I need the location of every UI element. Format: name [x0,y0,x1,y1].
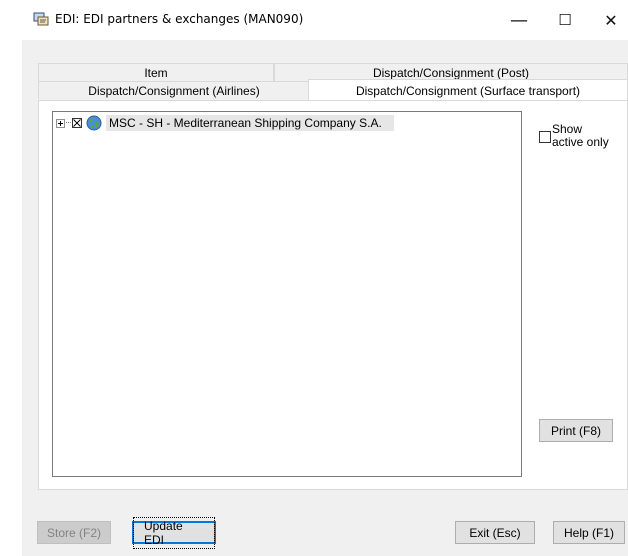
minimize-button[interactable]: — [496,0,542,40]
print-button[interactable]: Print (F8) [539,419,613,442]
tab-strip: Item Dispatch/Consignment (Post) Dispatc… [38,60,628,102]
node-checkbox[interactable] [72,118,82,128]
exit-button-label: Exit (Esc) [469,525,521,540]
tab-dispatch-airlines-label: Dispatch/Consignment (Airlines) [88,83,260,98]
tree-connector [66,122,71,124]
maximize-icon: ☐ [558,11,572,29]
expand-icon[interactable] [56,118,65,128]
update-edi-button[interactable]: Update EDI [132,516,216,549]
tree-node[interactable]: MSC - SH - Mediterranean Shipping Compan… [53,114,394,132]
close-icon: ✕ [604,10,618,30]
tab-dispatch-surface[interactable]: Dispatch/Consignment (Surface transport) [308,79,628,101]
store-button[interactable]: Store (F2) [37,521,111,544]
exit-button[interactable]: Exit (Esc) [455,521,535,544]
print-button-label: Print (F8) [550,423,601,438]
update-edi-button-label: Update EDI [133,516,215,549]
main-window: EDI: EDI partners & exchanges (MAN090) —… [22,0,628,556]
partner-tree[interactable]: MSC - SH - Mediterranean Shipping Compan… [52,111,522,477]
tab-dispatch-surface-label: Dispatch/Consignment (Surface transport) [355,83,581,98]
store-button-label: Store (F2) [46,525,101,540]
show-active-label: Show active only [552,122,609,149]
tab-panel: MSC - SH - Mediterranean Shipping Compan… [38,100,628,490]
globe-icon [86,115,102,131]
title-bar: EDI: EDI partners & exchanges (MAN090) —… [22,0,628,40]
window-title: EDI: EDI partners & exchanges (MAN090) [55,12,304,26]
help-button-label: Help (F1) [563,525,614,540]
tab-dispatch-airlines[interactable]: Dispatch/Consignment (Airlines) [38,81,310,99]
show-active-box[interactable] [539,131,551,143]
tab-item-label: Item [144,65,168,80]
tab-item[interactable]: Item [38,63,274,81]
minimize-icon: — [510,9,528,31]
checked-x-icon [73,119,81,127]
tab-dispatch-post-label: Dispatch/Consignment (Post) [372,65,530,80]
edi-app-icon [33,12,49,26]
help-button[interactable]: Help (F1) [553,521,625,544]
show-active-checkbox[interactable]: Show active only [539,123,612,149]
tree-node-label: MSC - SH - Mediterranean Shipping Compan… [106,115,394,131]
maximize-button[interactable]: ☐ [542,0,588,40]
close-button[interactable]: ✕ [588,0,628,40]
